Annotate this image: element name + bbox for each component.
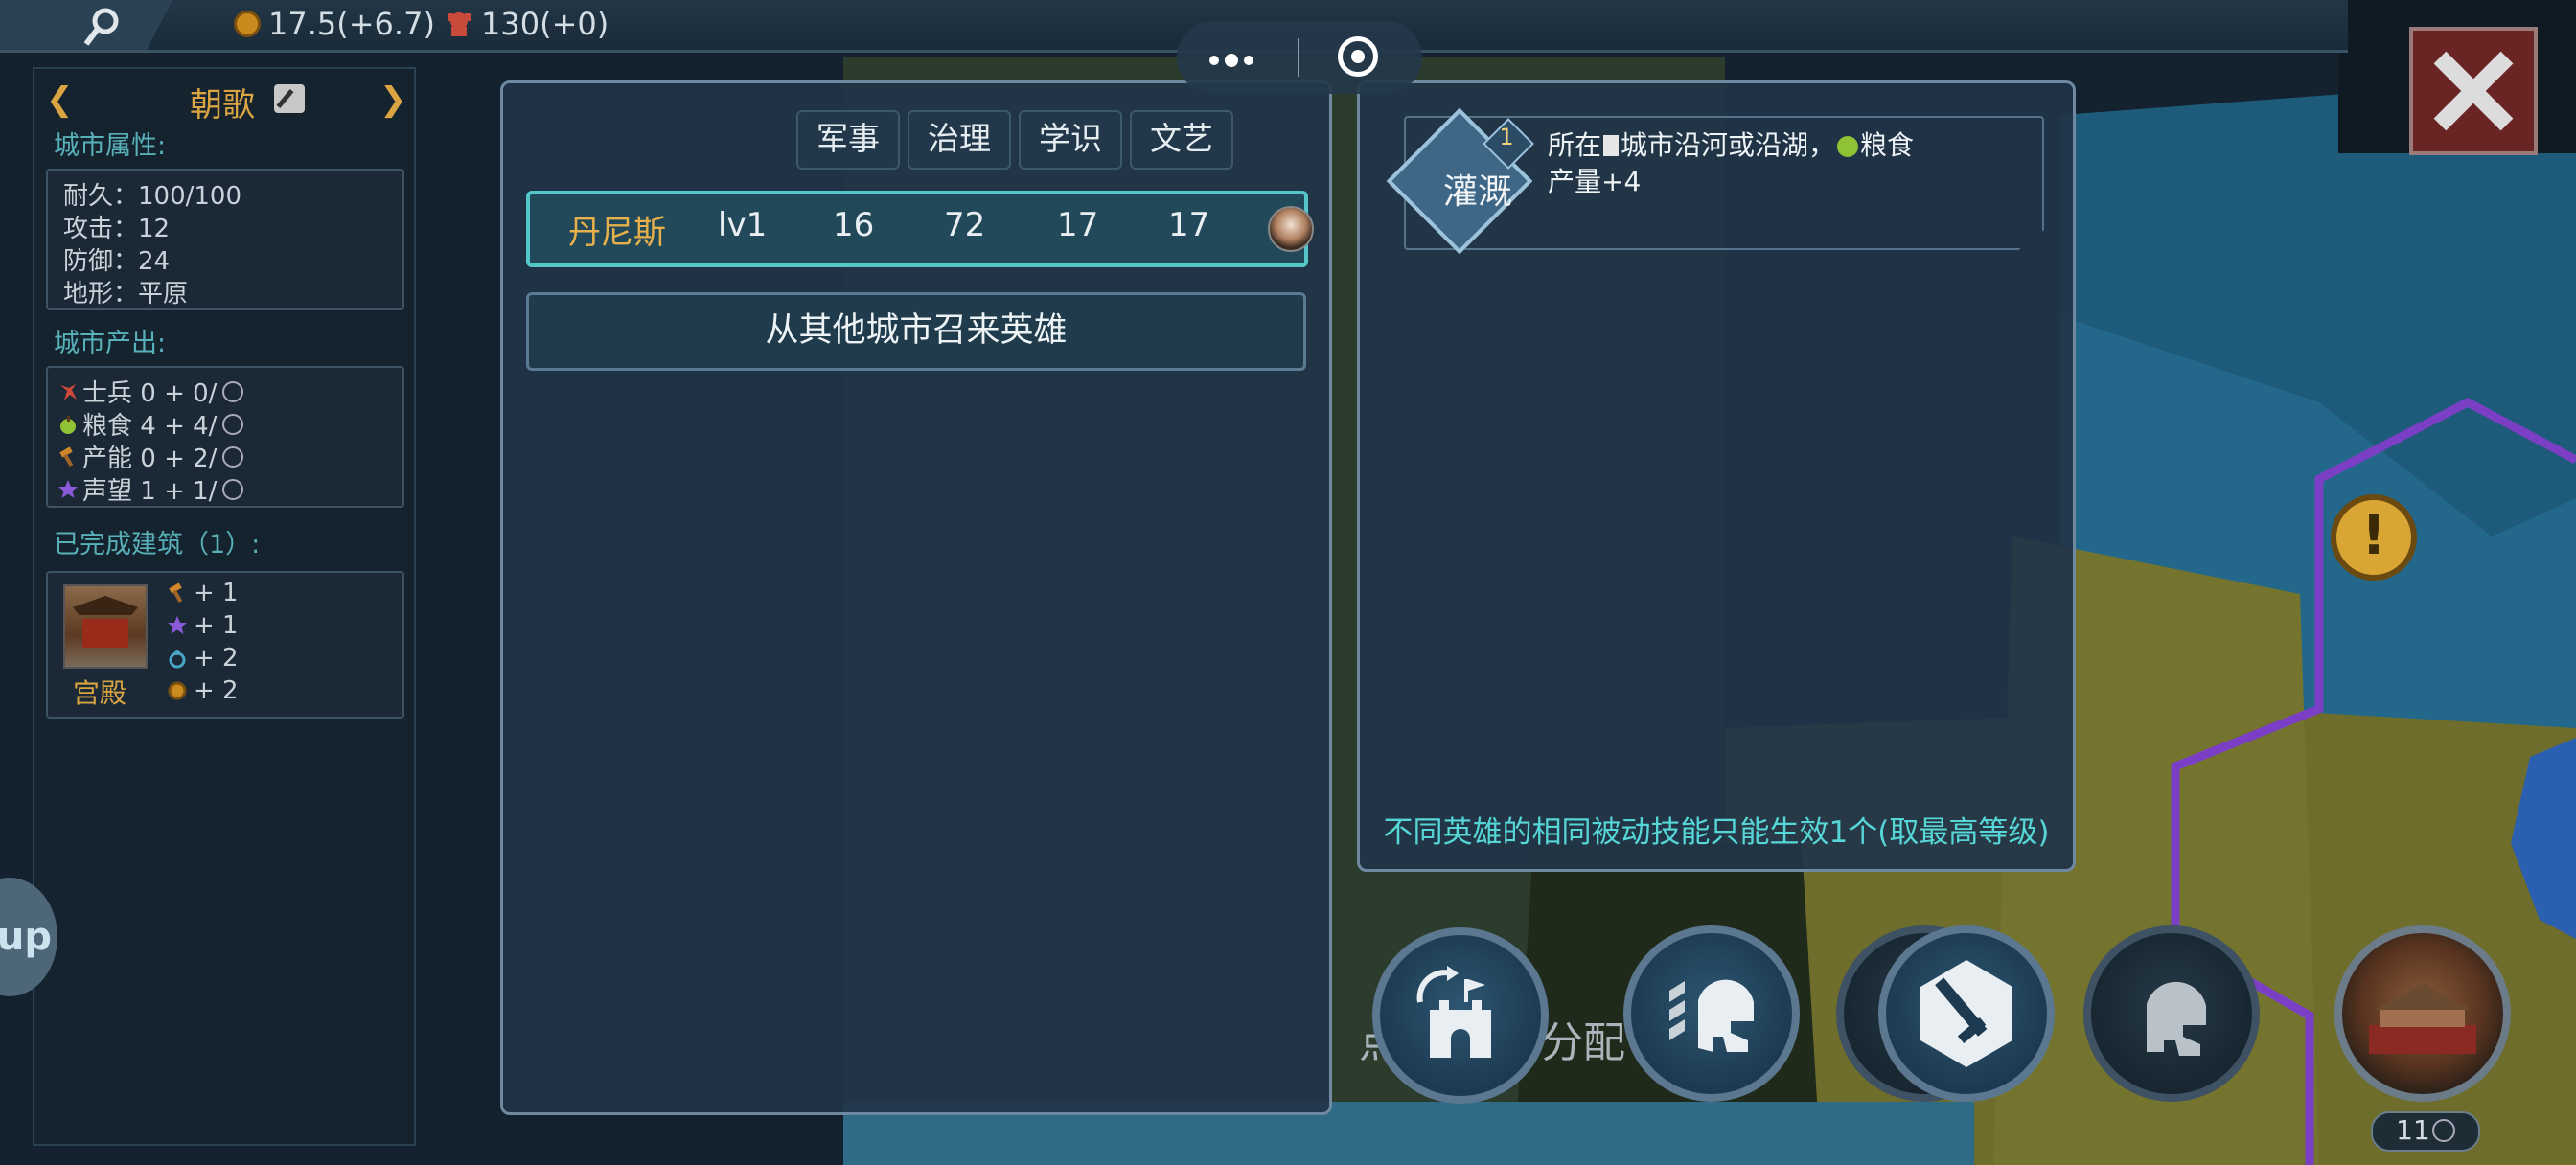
city-info-panel: ❮ 朝歌 ❯ 城市属性: 耐久：100/100 攻击：12 防御：24 地形：平…	[33, 67, 416, 1146]
building-name: 宫殿	[73, 677, 127, 709]
output-production: 产能 0 + 2/	[58, 439, 244, 474]
more-icon[interactable]	[1209, 54, 1254, 67]
prev-city-button[interactable]: ❮	[46, 80, 74, 119]
gold-resource: 17.5(+6.7)	[234, 6, 435, 42]
palace-image	[63, 584, 148, 669]
building-bonus-production: + 1	[167, 579, 239, 607]
search-icon	[83, 8, 119, 46]
skill-note: 不同英雄的相同被动技能只能生效1个(取最高等级)	[1383, 815, 2050, 850]
recruit-hero-button[interactable]	[2083, 925, 2260, 1102]
coin-icon	[168, 681, 187, 700]
city-attributes-title: 城市属性:	[54, 131, 167, 161]
skill-description: 所在 城市沿河或沿湖， 粮食 产量+4	[1548, 129, 1915, 197]
city-name: 朝歌	[190, 86, 255, 125]
output-prestige: 声望 1 + 1/	[58, 471, 244, 507]
sort-tab-governance[interactable]: 治理	[908, 110, 1011, 170]
edit-name-icon[interactable]	[274, 84, 305, 113]
output-food: 粮食 4 + 4/	[58, 406, 244, 442]
buildings-title: 已完成建筑（1）:	[54, 530, 261, 560]
helmet-icon	[2147, 981, 2206, 1056]
attr-attack: 攻击：12	[63, 215, 171, 243]
building-bonus-culture: + 2	[167, 644, 239, 673]
hammer-icon	[169, 582, 183, 604]
hero-skill-panel: 灌溉 1 所在 城市沿河或沿湖， 粮食 产量+4 不同英雄的相同被动技能只能生效1个…	[1357, 80, 2076, 872]
city-scene-icon	[2369, 983, 2476, 1054]
next-city-button[interactable]: ❯	[380, 80, 407, 119]
top-resource-bar: 17.5(+6.7) 130(+0)	[0, 0, 2348, 53]
capsule-divider	[1298, 38, 1300, 77]
sword-hex-icon	[1920, 960, 2012, 1067]
hero-assignment-panel: 军事 治理 学识 文艺 丹尼斯 lv1 16 72 17 17 从其他城市召来英…	[500, 80, 1332, 1115]
attr-terrain: 地形：平原	[63, 280, 189, 308]
city-attributes-box: 耐久：100/100 攻击：12 防御：24 地形：平原	[46, 169, 404, 310]
city-output-title: 城市产出:	[54, 329, 167, 358]
soldier-icon	[448, 12, 471, 36]
close-button[interactable]	[2409, 27, 2538, 155]
building-bonus-gold: + 2	[167, 676, 239, 705]
hero-military: 16	[833, 206, 875, 244]
turn-clock-icon	[222, 413, 244, 435]
soldier-value: 130(+0)	[481, 6, 610, 42]
apple-icon	[60, 415, 76, 434]
turn-clock-icon	[2431, 1119, 2455, 1142]
soldier-icon	[60, 383, 77, 400]
building-bonus-prestige: + 1	[167, 611, 239, 640]
star-icon	[58, 479, 78, 498]
skill-name: 灌溉	[1442, 172, 1512, 212]
attr-durability: 耐久：100/100	[63, 182, 242, 211]
turn-clock-icon	[222, 445, 244, 468]
sort-tab-knowledge[interactable]: 学识	[1019, 110, 1122, 170]
star-icon	[168, 616, 187, 634]
exit-target-icon[interactable]	[1338, 36, 1378, 77]
hero-level: lv1	[718, 206, 768, 244]
hero-row[interactable]: 丹尼斯 lv1 16 72 17 17	[526, 191, 1314, 267]
promote-hero-button[interactable]	[1623, 925, 1800, 1102]
hero-knowledge: 17	[1057, 206, 1099, 244]
hero-name: 丹尼斯	[568, 214, 666, 252]
turn-clock-icon	[222, 380, 244, 402]
skill-level: 1	[1499, 124, 1514, 150]
turn-counter: 11	[2371, 1111, 2480, 1152]
turn-clock-icon	[222, 478, 244, 500]
hammer-icon	[59, 445, 74, 467]
city-view-button[interactable]	[2334, 925, 2511, 1102]
attr-defense: 防御：24	[63, 247, 171, 276]
assign-hint-text-b: 分配	[1541, 1018, 1625, 1067]
hero-governance: 72	[944, 206, 986, 244]
attack-button[interactable]	[1878, 925, 2055, 1102]
summon-hero-button[interactable]: 从其他城市召来英雄	[526, 292, 1306, 371]
city-header: ❮ 朝歌 ❯	[34, 77, 414, 125]
sort-tab-military[interactable]: 军事	[796, 110, 900, 170]
rank-helmet-icon	[1669, 979, 1754, 1052]
soldier-resource: 130(+0)	[445, 6, 609, 42]
coin-icon	[234, 11, 261, 37]
city-tower-icon	[1603, 135, 1620, 156]
building-card[interactable]: 宫殿 + 1 + 1 + 2 + 2	[46, 571, 404, 719]
gold-value: 17.5(+6.7)	[268, 6, 435, 42]
apple-icon	[1837, 136, 1859, 157]
castle-swap-icon	[1416, 966, 1491, 1058]
culture-icon	[169, 650, 186, 669]
hero-arts: 17	[1168, 206, 1210, 244]
output-soldiers: 士兵 0 + 0/	[58, 374, 244, 409]
sort-tab-arts[interactable]: 文艺	[1130, 110, 1233, 170]
city-swap-button[interactable]	[1372, 927, 1549, 1104]
hero-avatar	[1268, 206, 1314, 252]
search-button[interactable]	[0, 0, 172, 50]
mini-program-capsule	[1177, 21, 1422, 94]
close-icon	[2433, 51, 2514, 131]
alert-icon[interactable]: !	[2331, 494, 2417, 581]
city-output-box: 士兵 0 + 0/ 粮食 4 + 4/ 产能 0 + 2/ 声望 1 + 1/	[46, 366, 404, 508]
